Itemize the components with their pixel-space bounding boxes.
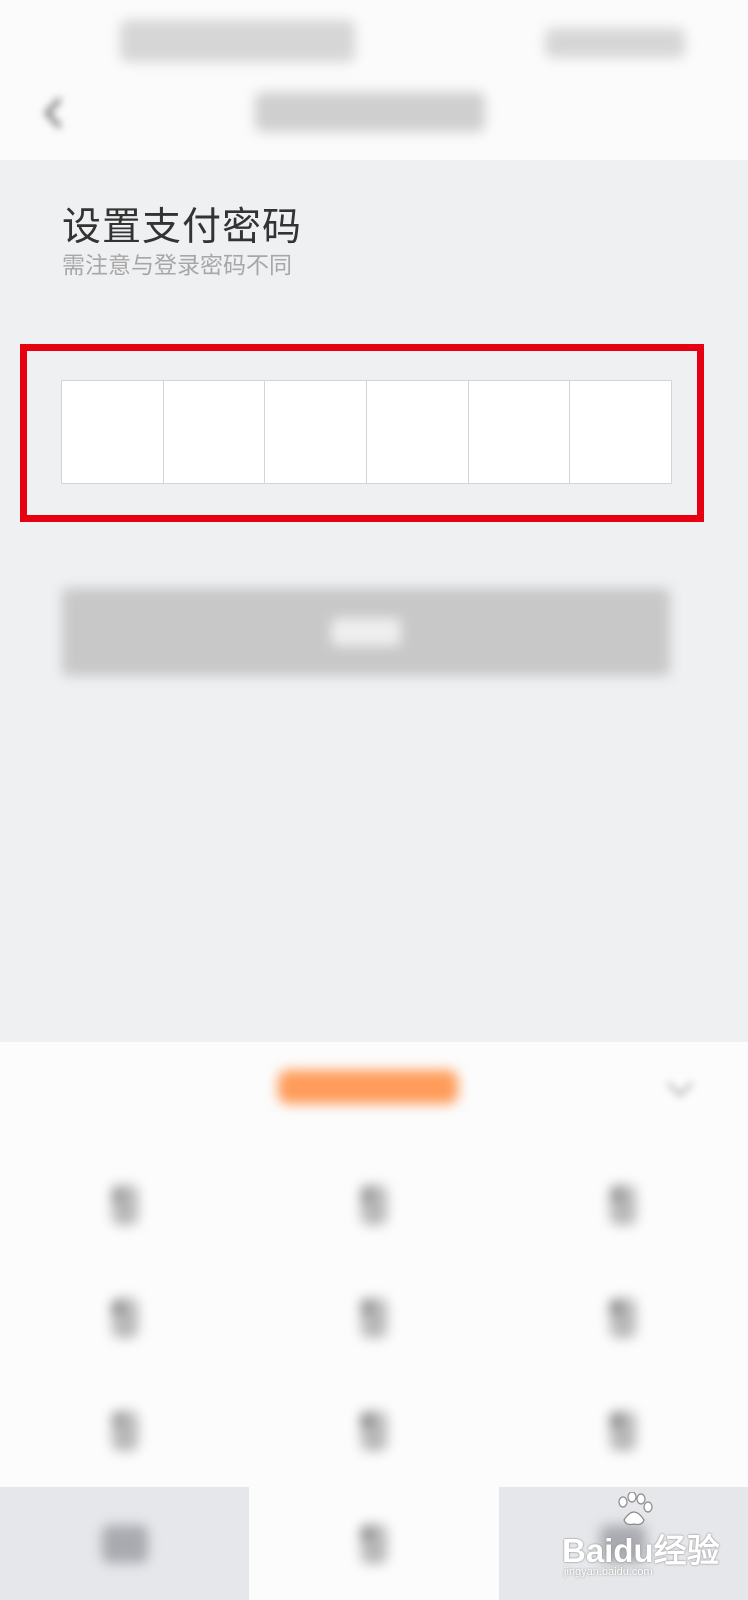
page-subtitle: 需注意与登录密码不同 [62,253,292,279]
keyboard-title [278,1070,458,1104]
pin-digit-2[interactable] [164,381,266,483]
pin-digit-3[interactable] [265,381,368,483]
pin-digit-4[interactable] [367,381,469,483]
baidu-watermark: Baidu经验 jingyan.baidu.com [562,1490,740,1586]
key-6-label: 6 [610,1297,637,1338]
nav-title [255,92,485,132]
pin-digit-5[interactable] [469,381,571,483]
key-3[interactable]: 3 [499,1148,748,1261]
confirm-button-label [331,618,401,646]
key-1[interactable]: 1 [0,1148,249,1261]
key-0[interactable]: 0 [249,1487,498,1600]
key-blank [0,1487,250,1600]
key-8[interactable]: 8 [249,1374,498,1487]
key-2-label: 2 [360,1184,387,1225]
key-9[interactable]: 9 [499,1374,748,1487]
pin-digit-1[interactable] [62,381,164,483]
key-2[interactable]: 2 [249,1148,498,1261]
confirm-button[interactable] [62,588,670,676]
key-5[interactable]: 5 [249,1261,498,1374]
key-4[interactable]: 4 [0,1261,249,1374]
chevron-down-icon[interactable] [660,1072,700,1106]
pin-digit-6[interactable] [570,381,671,483]
key-4-label: 4 [111,1297,138,1338]
key-9-label: 9 [610,1410,637,1451]
key-3-label: 3 [610,1184,637,1225]
key-6[interactable]: 6 [499,1261,748,1374]
key-7[interactable]: 7 [0,1374,249,1487]
status-bar-left [120,20,355,62]
pin-input[interactable] [61,380,672,484]
key-1-label: 1 [111,1184,138,1225]
key-5-label: 5 [360,1297,387,1338]
page-title: 设置支付密码 [62,205,303,250]
watermark-url: jingyan.baidu.com [564,1566,653,1578]
watermark-logo-text: Baidu经验 [562,1532,720,1569]
key-7-label: 7 [111,1410,138,1451]
chevron-left-icon[interactable] [34,92,72,134]
key-blank-mark [101,1524,148,1563]
status-bar-right [545,28,685,58]
key-0-label: 0 [360,1523,387,1564]
paw-logo-icon [618,1492,653,1526]
key-8-label: 8 [360,1410,387,1451]
top-bar [0,0,748,160]
